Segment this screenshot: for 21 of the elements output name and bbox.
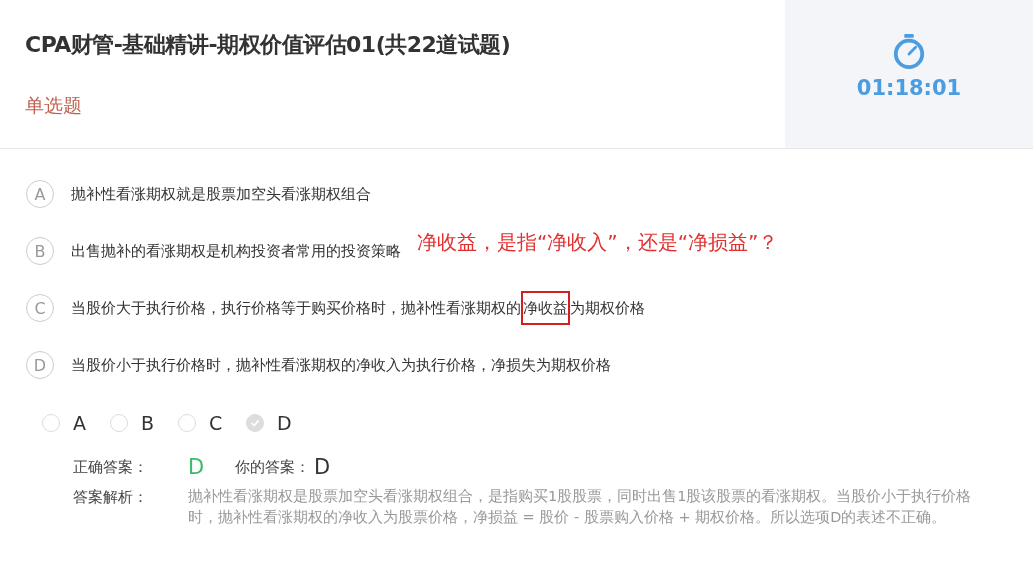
choice-label[interactable]: B	[141, 412, 155, 434]
exam-title: CPA财管-基础精讲-期权价值评估01(共22道试题)	[25, 31, 512, 59]
choice-label[interactable]: C	[209, 412, 223, 434]
field-label: 你的答案：	[235, 458, 310, 477]
field-label: 答案解析：	[73, 488, 149, 507]
option-text: 抛补性看涨期权就是股票加空头看涨期权组合	[71, 184, 371, 204]
annotation-note: 净收益，是指“净收入”，还是“净损益”？	[417, 228, 779, 256]
option-text: 当股价大于执行价格，执行价格等于购买价格时，抛补性看涨期权的 净收益 为期权价格	[71, 291, 645, 325]
choice-label[interactable]: D	[277, 412, 292, 434]
radio-button[interactable]	[246, 414, 264, 432]
question-type: 单选题	[25, 93, 83, 118]
option-text: 出售抛补的看涨期权是机构投资者常用的投资策略	[71, 241, 401, 261]
choice-label[interactable]: A	[73, 412, 86, 434]
analysis-text: 抛补性看涨期权是股票加空头看涨期权组合，是指购买1股股票，同时出售1股该股票的看涨期权。当股价小于执行价格时，抛补性看涨期权的净收入为股票价格，净损益 = 股价 - 股票购入价格 + 期权价格。所以选项D的表述不正确。	[188, 487, 973, 527]
your-answer: D	[314, 456, 331, 478]
field-label: 正确答案：	[73, 458, 149, 477]
check-icon	[249, 417, 261, 429]
stopwatch-icon	[892, 34, 926, 70]
option-text: 当股价小于执行价格时，抛补性看涨期权的净收入为执行价格，净损失为期权价格	[71, 355, 611, 375]
timer-text: 01:18:01	[856, 76, 962, 100]
correct-answer: D	[188, 456, 206, 478]
